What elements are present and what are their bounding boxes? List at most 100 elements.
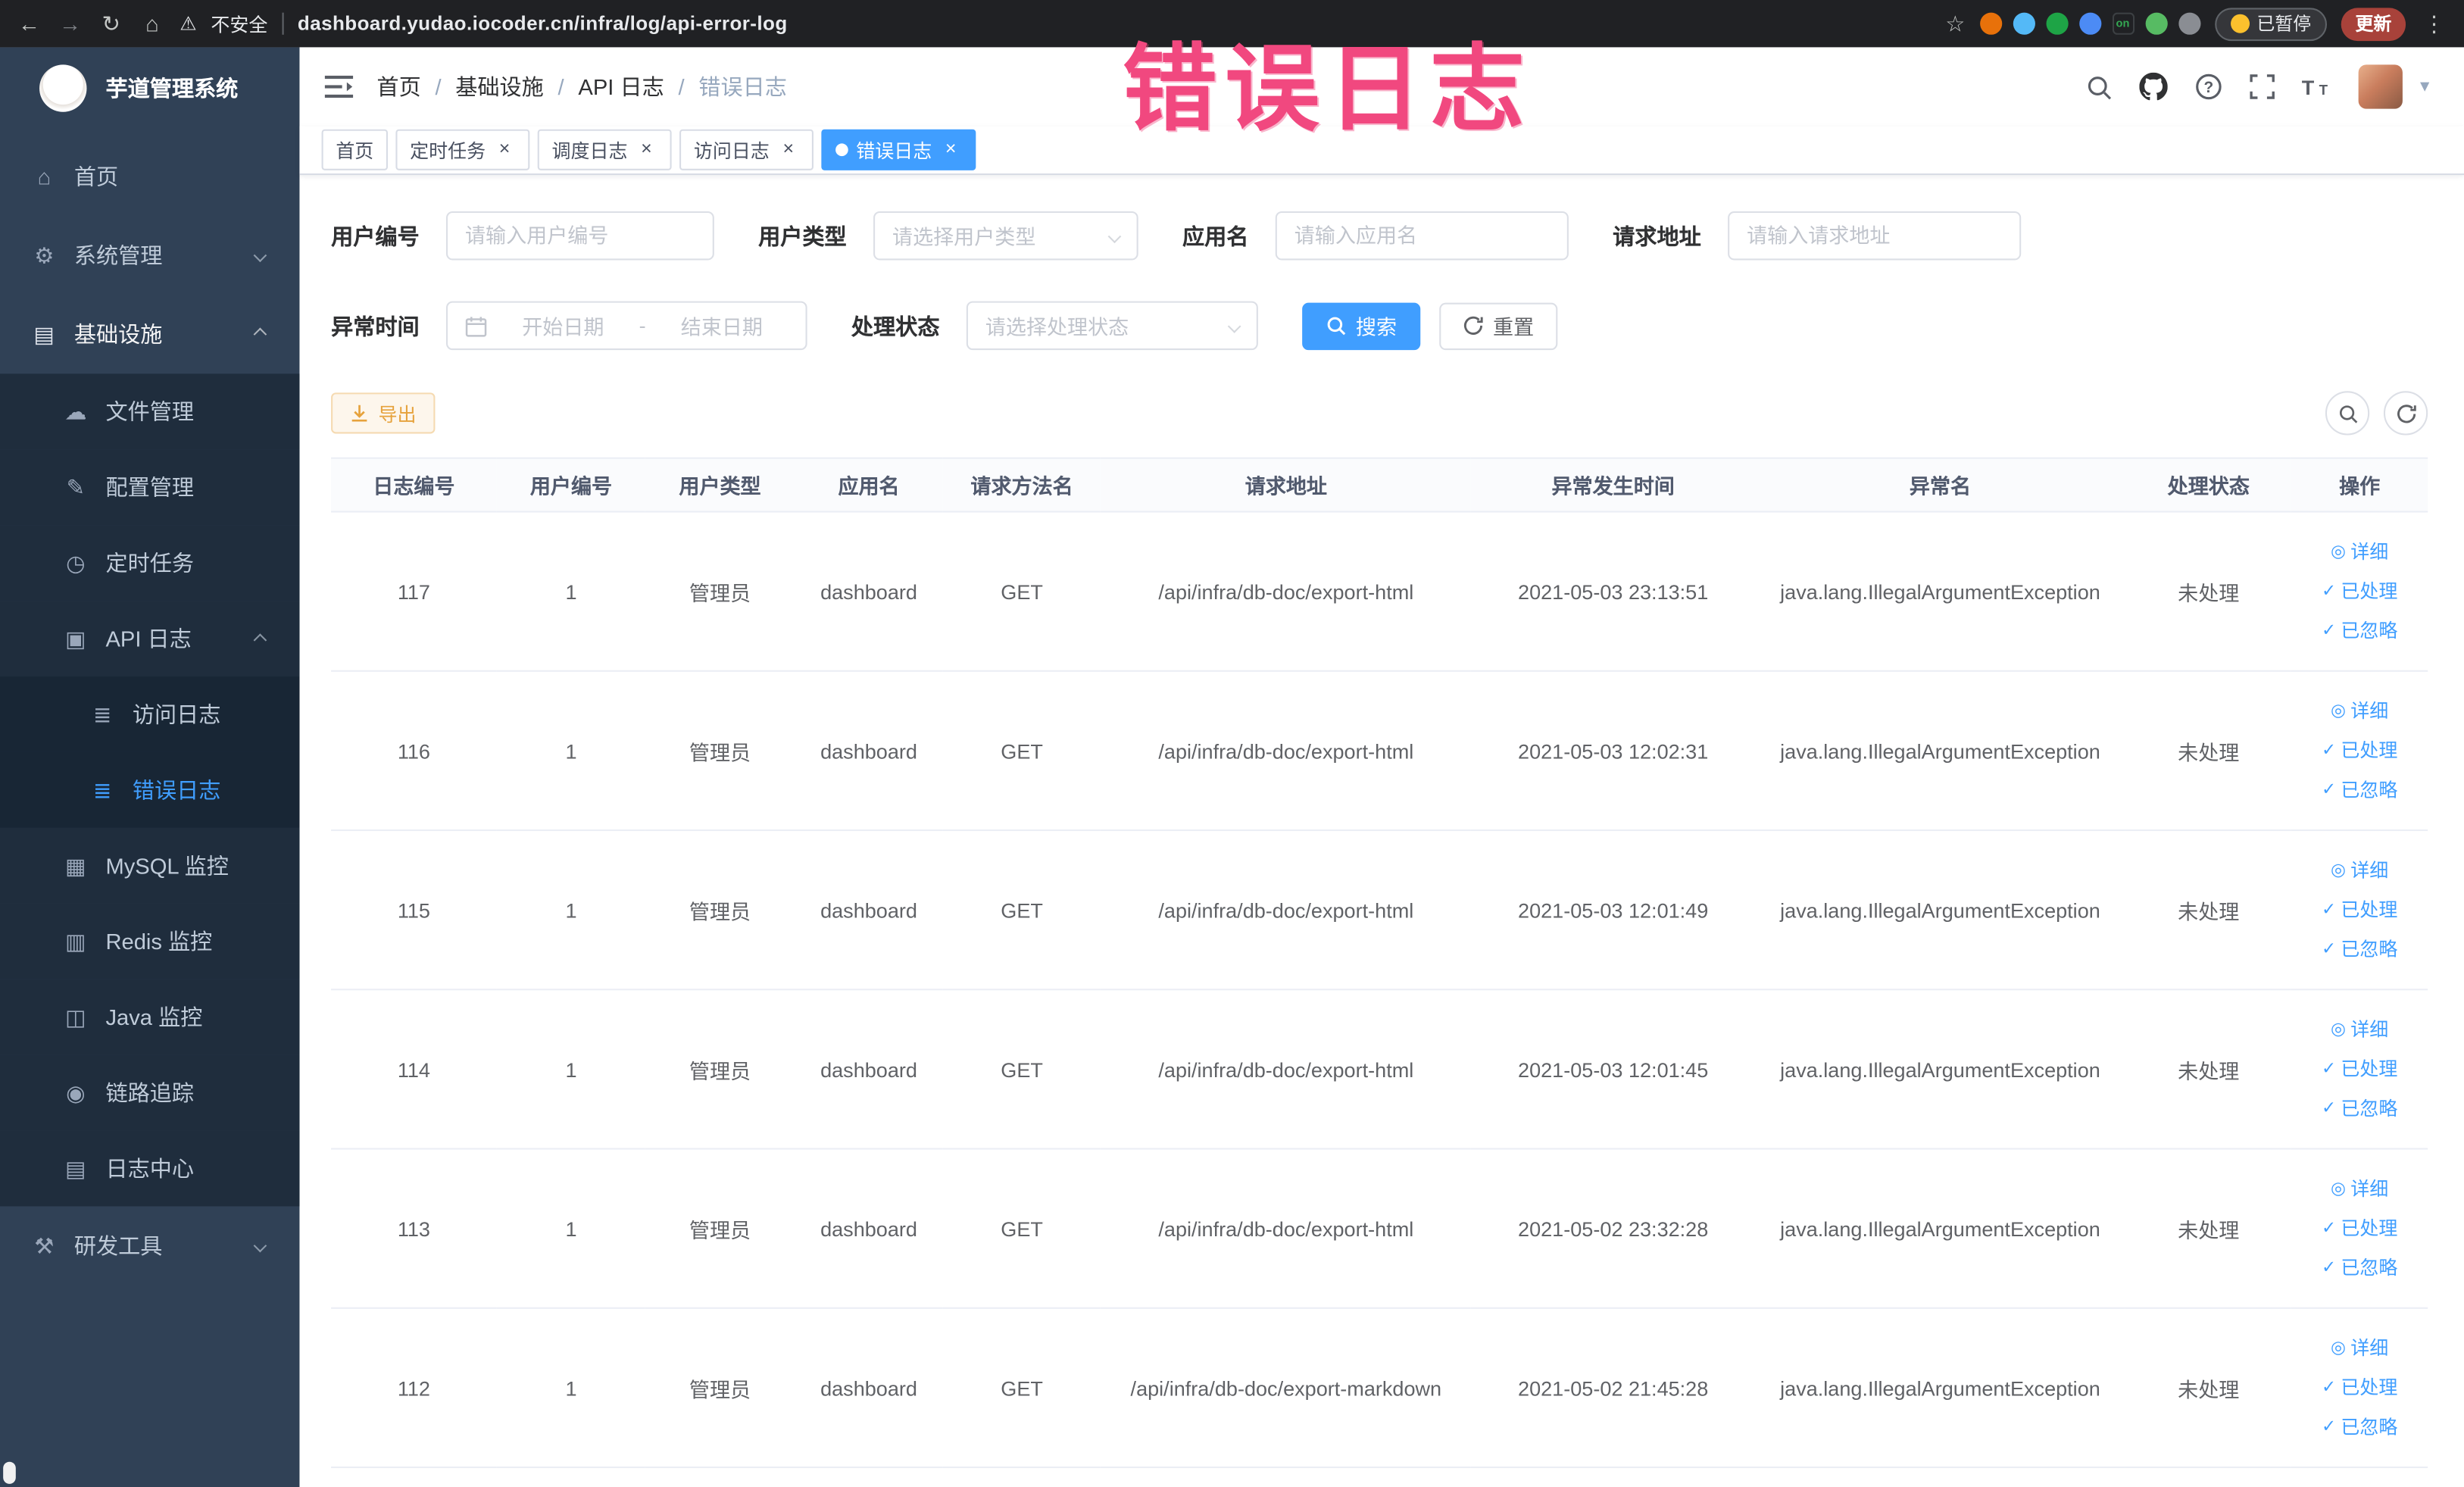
sidebar-item-home[interactable]: ⌂ 首页 — [0, 137, 299, 216]
update-button[interactable]: 更新 — [2341, 7, 2406, 41]
sidebar-item-system[interactable]: ⚙ 系统管理 — [0, 216, 299, 295]
security-label[interactable]: 不安全 — [211, 11, 267, 37]
action-processed[interactable]: ✓ 已处理 — [2322, 890, 2397, 929]
app-name-input[interactable] — [1275, 211, 1569, 261]
extension-blue-drop-icon[interactable] — [2012, 12, 2035, 35]
sidebar-item-mysql[interactable]: ▦ MySQL 监控 — [0, 827, 300, 904]
action-ignored[interactable]: ✓ 已忽略 — [2322, 770, 2397, 810]
action-ignored[interactable]: ✓ 已忽略 — [2322, 929, 2397, 969]
action-processed[interactable]: ✓ 已处理 — [2322, 1209, 2397, 1248]
sidebar-item-job[interactable]: ◷ 定时任务 — [0, 525, 300, 601]
sidebar-item-file[interactable]: ☁ 文件管理 — [0, 373, 300, 450]
sidebar-item-config[interactable]: ✎ 配置管理 — [0, 449, 300, 526]
user-avatar[interactable] — [2358, 64, 2403, 109]
toggle-search-button[interactable] — [2325, 391, 2370, 436]
action-detail[interactable]: ◎ 详细 — [2331, 1170, 2388, 1209]
action-label: 已处理 — [2341, 1376, 2398, 1398]
action-processed[interactable]: ✓ 已处理 — [2322, 1368, 2397, 1407]
action-detail[interactable]: ◎ 详细 — [2331, 1010, 2388, 1049]
action-detail[interactable]: ◎ 详细 — [2331, 692, 2388, 731]
status-select[interactable]: 请选择处理状态 — [966, 301, 1258, 351]
tab-close-icon[interactable]: × — [636, 138, 657, 161]
url-text[interactable]: dashboard.yudao.iocoder.cn/infra/log/api… — [298, 13, 788, 35]
extension-orange-icon[interactable] — [1979, 12, 2002, 35]
end-date-placeholder: 结束日期 — [680, 315, 764, 339]
action-ignored[interactable]: ✓ 已忽略 — [2322, 1248, 2397, 1288]
bookmark-star-icon[interactable]: ☆ — [1945, 11, 1965, 37]
forward-icon[interactable]: → — [57, 11, 83, 36]
check-icon: ✓ — [2321, 740, 2337, 760]
tab-close-icon[interactable]: × — [494, 138, 516, 161]
cell-time: 2021-05-03 12:01:49 — [1471, 830, 1755, 991]
sidebar-scrollbar-thumb[interactable] — [3, 1461, 16, 1484]
user-type-select[interactable]: 请选择用户类型 — [873, 211, 1138, 261]
exception-time-range[interactable]: 开始日期 - 结束日期 — [446, 301, 807, 351]
search-icon[interactable] — [2086, 73, 2113, 100]
cell-id: 113 — [331, 1148, 497, 1309]
paused-badge[interactable]: 已暂停 — [2214, 7, 2327, 41]
action-processed[interactable]: ✓ 已处理 — [2322, 572, 2397, 611]
browser-chrome: ← → ↻ ⌂ ⚠ 不安全 dashboard.yudao.iocoder.cn… — [0, 0, 2464, 48]
cell-url: /api/infra/db-doc/export-html — [1100, 830, 1472, 991]
request-url-input[interactable] — [1728, 211, 2022, 261]
search-icon — [1327, 317, 1346, 336]
action-detail[interactable]: ◎ 详细 — [2331, 533, 2388, 572]
sidebar-item-api-log[interactable]: ▣ API 日志 — [0, 601, 300, 677]
reload-icon[interactable]: ↻ — [98, 11, 124, 37]
back-icon[interactable]: ← — [16, 11, 42, 36]
logo-title: 芋道管理系统 — [105, 75, 239, 102]
action-detail[interactable]: ◎ 详细 — [2331, 1329, 2388, 1368]
sidebar-item-error-log[interactable]: ≣ 错误日志 — [0, 751, 300, 828]
tab-首页[interactable]: 首页 — [321, 129, 389, 170]
font-size-icon[interactable]: TT — [2302, 74, 2332, 99]
sidebar-item-label: 系统管理 — [73, 242, 163, 268]
extension-puzzle-icon[interactable] — [2178, 12, 2200, 35]
date-range-separator: - — [639, 314, 646, 338]
action-processed[interactable]: ✓ 已处理 — [2322, 731, 2397, 770]
chevron-down-icon[interactable]: ▼ — [2417, 78, 2433, 95]
user-id-input[interactable] — [446, 211, 714, 261]
sidebar-logo[interactable]: 芋道管理系统 — [0, 47, 299, 129]
reset-button[interactable]: 重置 — [1439, 301, 1558, 350]
extension-green-check-icon[interactable] — [2045, 12, 2068, 35]
tab-错误日志[interactable]: 错误日志 × — [821, 129, 976, 170]
row-actions: ◎ 详细 ✓ 已处理 ✓ 已忽略 — [2297, 533, 2421, 651]
action-label: 详细 — [2350, 858, 2389, 881]
tab-close-icon[interactable]: × — [777, 138, 799, 161]
action-processed[interactable]: ✓ 已处理 — [2322, 1049, 2397, 1089]
export-button[interactable]: 导出 — [331, 392, 436, 434]
kebab-menu-icon[interactable]: ⋮ — [2420, 11, 2448, 37]
eye-icon: ◎ — [2331, 701, 2347, 720]
tab-close-icon[interactable]: × — [940, 138, 962, 161]
extension-grid-icon[interactable] — [2078, 12, 2101, 35]
fullscreen-icon[interactable] — [2250, 74, 2275, 99]
breadcrumb-item[interactable]: 首页 — [376, 71, 420, 103]
refresh-table-button[interactable] — [2383, 391, 2428, 436]
help-icon[interactable]: ? — [2194, 73, 2222, 101]
tab-访问日志[interactable]: 访问日志 × — [679, 129, 814, 170]
sidebar: 芋道管理系统 ⌂ 首页 ⚙ 系统管理 ▤ 基础设施 ☁ 文件管理 ✎ 配置管理 ◷ 定时任务 ▣ API … — [0, 47, 300, 1487]
github-icon[interactable] — [2139, 72, 2168, 101]
sidebar-item-access-log[interactable]: ≣ 访问日志 — [0, 676, 300, 752]
search-button[interactable]: 搜索 — [1302, 301, 1421, 350]
extension-on-badge-icon[interactable]: on — [2111, 12, 2135, 35]
sidebar-item-redis[interactable]: ▥ Redis 监控 — [0, 903, 300, 979]
action-detail[interactable]: ◎ 详细 — [2331, 851, 2388, 890]
tab-定时任务[interactable]: 定时任务 × — [395, 129, 530, 170]
sidebar-toggle-icon[interactable] — [324, 74, 354, 99]
sidebar-item-tracing[interactable]: ◉ 链路追踪 — [0, 1054, 300, 1131]
sidebar-item-infra[interactable]: ▤ 基础设施 — [0, 295, 299, 373]
breadcrumb-item[interactable]: API 日志 — [578, 71, 664, 103]
action-ignored[interactable]: ✓ 已忽略 — [2322, 1089, 2397, 1128]
cell-actions: ◎ 详细 ✓ 已处理 ✓ 已忽略 — [2291, 830, 2428, 991]
breadcrumb-item[interactable]: 基础设施 — [455, 71, 544, 103]
browser-home-icon[interactable]: ⌂ — [139, 11, 165, 36]
sidebar-item-java[interactable]: ◫ Java 监控 — [0, 979, 300, 1055]
sidebar-item-log-center[interactable]: ▤ 日志中心 — [0, 1130, 300, 1207]
sidebar-item-dev-tools[interactable]: ⚒ 研发工具 — [0, 1207, 299, 1286]
tab-调度日志[interactable]: 调度日志 × — [537, 129, 672, 170]
extension-leaf-icon[interactable] — [2144, 12, 2167, 35]
action-ignored[interactable]: ✓ 已忽略 — [2322, 611, 2397, 651]
active-tab-dot-icon — [835, 143, 848, 157]
action-ignored[interactable]: ✓ 已忽略 — [2322, 1407, 2397, 1447]
